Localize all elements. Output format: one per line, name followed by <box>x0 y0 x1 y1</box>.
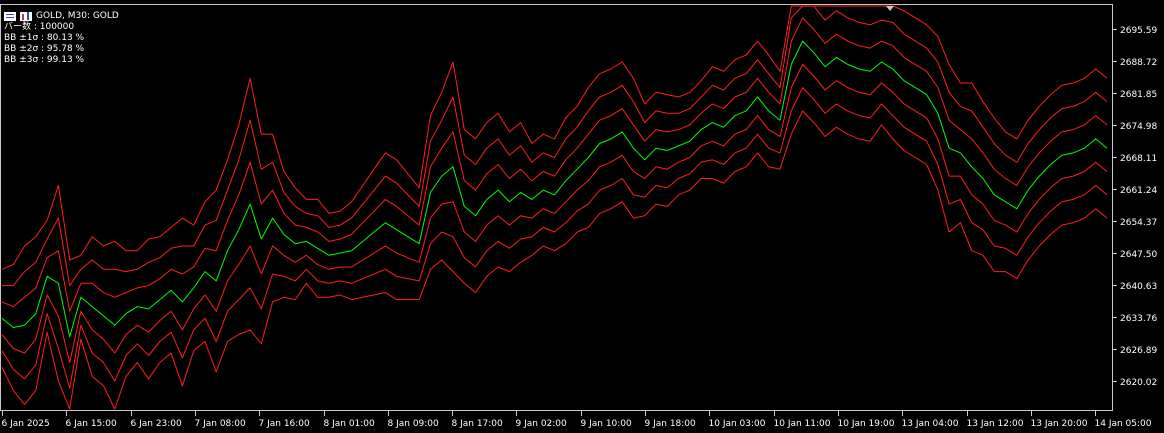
plot-frame <box>0 4 1113 411</box>
band-line-upper-3 <box>1 5 1108 270</box>
time-tick-label: 6 Jan 15:00 <box>66 419 118 429</box>
band-line-upper-2 <box>2 5 1108 287</box>
time-tick-label: 13 Jan 04:00 <box>902 419 959 429</box>
time-tick-label: 10 Jan 19:00 <box>838 419 895 429</box>
time-tick-label: 9 Jan 18:00 <box>645 419 697 429</box>
chart-info-panel: GOLD, M30: GOLD バー数 : 100000 BB ±1σ : 80… <box>4 10 119 66</box>
time-tick-label: 7 Jan 08:00 <box>195 419 247 429</box>
price-tick-label: 2668.11 <box>1120 154 1157 164</box>
time-tick-label: 7 Jan 16:00 <box>259 419 311 429</box>
time-tick-label: 13 Jan 20:00 <box>1031 419 1088 429</box>
time-tick-label: 8 Jan 01:00 <box>324 419 376 429</box>
price-tick-label: 2626.89 <box>1120 346 1157 356</box>
bb-2-sigma-label: BB ±2σ : 95.78 % <box>4 44 85 54</box>
chart-title-row: GOLD, M30: GOLD <box>4 10 119 22</box>
time-tick-label: 10 Jan 03:00 <box>709 419 766 429</box>
chart-window[interactable]: 2695.59 2688.72 2681.85 2674.98 2668.11 2661.… <box>0 0 1164 433</box>
band-line-lower-1 <box>1 63 1108 363</box>
chart-type-icon[interactable] <box>20 11 32 21</box>
price-tick-label: 2640.63 <box>1120 282 1157 292</box>
price-tick-label: 2674.98 <box>1120 122 1157 132</box>
band-line-lower-2 <box>1 87 1108 389</box>
price-tick-label: 2661.24 <box>1120 186 1157 196</box>
time-tick-label: 9 Jan 02:00 <box>516 419 568 429</box>
symbol-table-icon[interactable] <box>4 11 16 21</box>
bb-1-sigma-label: BB ±1σ : 80.13 % <box>4 33 85 43</box>
time-tick-label: 10 Jan 11:00 <box>774 419 831 429</box>
bollinger-band-lines <box>1 5 1108 410</box>
time-axis[interactable]: 6 Jan 2025 6 Jan 15:00 6 Jan 23:00 7 Jan 08… <box>2 410 1152 429</box>
price-tick-label: 2620.02 <box>1120 378 1157 388</box>
price-chart[interactable]: 2695.59 2688.72 2681.85 2674.98 2668.11 2661.… <box>0 0 1164 433</box>
chart-title: GOLD, M30: GOLD <box>36 10 119 21</box>
time-tick-label: 8 Jan 17:00 <box>452 419 504 429</box>
bar-count-label: バー数 : 100000 <box>4 22 75 32</box>
time-tick-label: 14 Jan 05:00 <box>1095 419 1152 429</box>
time-tick-label: 9 Jan 10:00 <box>581 419 633 429</box>
band-line-middle <box>1 40 1108 338</box>
time-tick-label: 13 Jan 12:00 <box>967 419 1024 429</box>
price-tick-label: 2681.85 <box>1120 90 1157 100</box>
price-tick-label: 2688.72 <box>1120 58 1157 68</box>
price-tick-label: 2654.37 <box>1120 218 1157 228</box>
price-axis[interactable]: 2695.59 2688.72 2681.85 2674.98 2668.11 2661.… <box>1112 26 1157 388</box>
chart-shift-marker-icon[interactable] <box>886 6 894 11</box>
price-tick-label: 2695.59 <box>1120 26 1157 36</box>
time-tick-label: 6 Jan 2025 <box>2 419 50 429</box>
bb-3-sigma-label: BB ±3σ : 99.13 % <box>4 55 85 65</box>
band-line-lower-3 <box>1 110 1108 410</box>
time-tick-label: 6 Jan 23:00 <box>131 419 183 429</box>
time-tick-label: 8 Jan 09:00 <box>388 419 440 429</box>
band-line-upper-1 <box>1 17 1108 312</box>
price-tick-label: 2647.50 <box>1120 250 1157 260</box>
price-tick-label: 2633.76 <box>1120 314 1157 324</box>
